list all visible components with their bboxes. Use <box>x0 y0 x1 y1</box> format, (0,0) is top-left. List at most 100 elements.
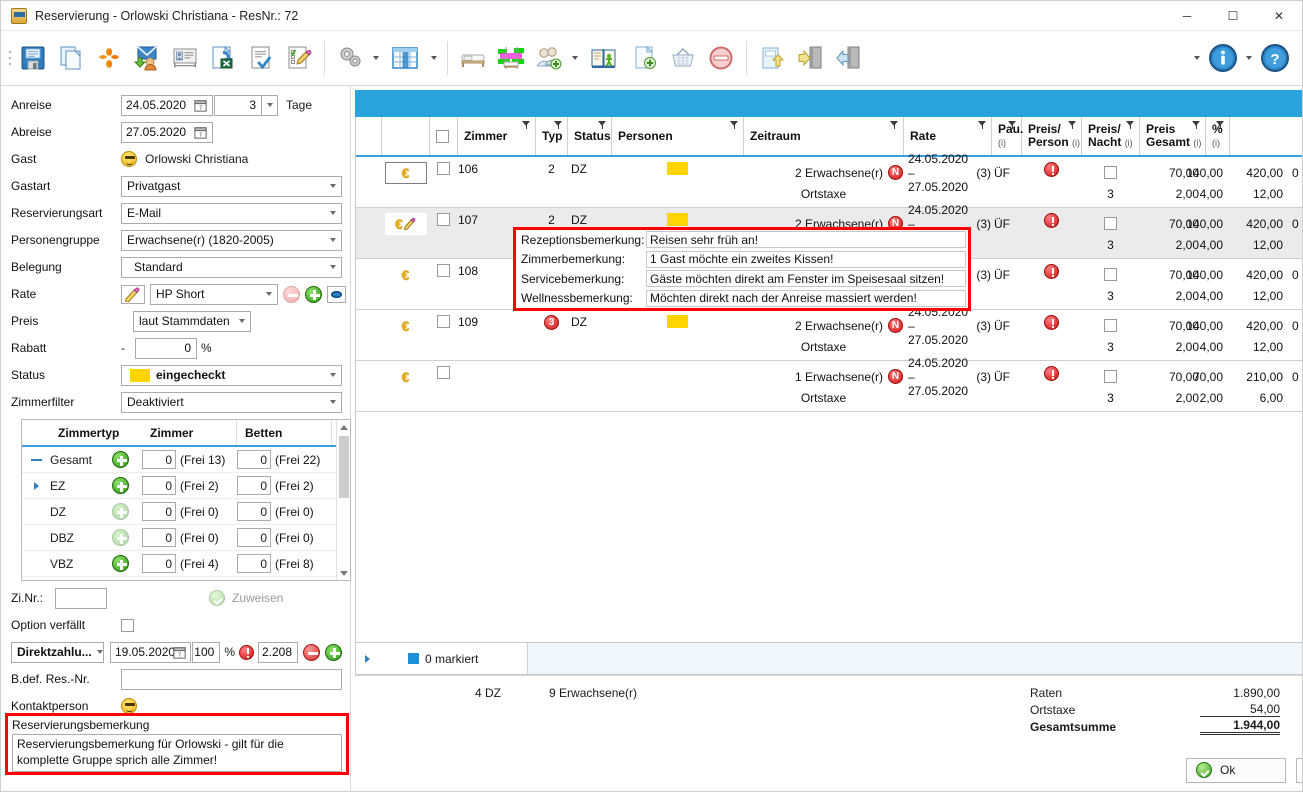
column-header[interactable]: Preis Gesamt (i) <box>1140 117 1206 155</box>
zimmerfilter-select[interactable]: Deaktiviert <box>121 391 342 413</box>
preis-select[interactable]: laut Stammdaten <box>133 310 251 332</box>
basket-icon[interactable] <box>664 37 702 79</box>
filter-icon[interactable] <box>730 121 739 130</box>
table-row[interactable]: €106 2 DZ 2 Erwachsene(r) N Ortstaxe 24.05.202… <box>356 152 1302 208</box>
table-row[interactable]: €1 Erwachsene(r) N Ortstaxe 24.05.2020 – 27… <box>356 356 1302 412</box>
betten-count-input[interactable]: 0 <box>237 502 271 521</box>
bed-icon[interactable] <box>454 37 492 79</box>
save-icon[interactable] <box>14 37 52 79</box>
status-select[interactable]: eingecheckt <box>121 364 342 386</box>
add-room-type-button[interactable] <box>112 529 142 546</box>
zimmer-count-input[interactable]: 0 <box>142 476 176 495</box>
guest-avatar-icon[interactable] <box>121 151 137 167</box>
add-payment-button[interactable] <box>325 643 342 661</box>
betten-count-input[interactable]: 0 <box>237 450 271 469</box>
ok-button[interactable]: Ok <box>1186 757 1286 783</box>
add-room-type-button[interactable] <box>112 451 142 468</box>
reservation-remark-text[interactable]: Reservierungsbemerkung für Orlowski - gi… <box>12 734 342 772</box>
remark-value[interactable]: 1 Gast möchte ein zweites Kissen! <box>646 250 966 268</box>
price-euro-button[interactable]: € <box>384 315 427 337</box>
expand-footer-icon[interactable] <box>356 655 378 663</box>
betten-count-input[interactable]: 0 <box>237 554 271 573</box>
add-room-type-button[interactable] <box>112 503 142 520</box>
table-layout-dropdown-caret[interactable] <box>427 37 441 79</box>
tage-spinner[interactable] <box>262 94 278 116</box>
scroll-down-icon[interactable] <box>337 566 350 580</box>
close-button[interactable]: ✕ <box>1256 1 1302 31</box>
row-expander-icon[interactable] <box>22 458 50 461</box>
table-layout-icon[interactable] <box>383 37 427 79</box>
rabatt-input[interactable]: 0 <box>135 337 197 359</box>
column-header[interactable]: Personen <box>612 117 744 155</box>
price-euro-button[interactable]: € <box>384 366 427 388</box>
filter-icon[interactable] <box>1068 121 1077 130</box>
filter-icon[interactable] <box>522 121 531 130</box>
remark-value[interactable]: Gäste möchten direkt am Fenster im Speis… <box>646 270 966 288</box>
room-type-row[interactable]: VBZ 0 (Frei 4) 0 (Frei 8) <box>22 551 350 577</box>
scroll-thumb[interactable] <box>339 436 349 498</box>
rate-select[interactable]: HP Short <box>150 283 278 305</box>
column-header[interactable]: Typ <box>536 117 568 155</box>
row-checkbox[interactable] <box>437 264 450 277</box>
room-plan-color-icon[interactable] <box>492 37 530 79</box>
add-person-dropdown-caret[interactable] <box>568 37 582 79</box>
book-upload-icon[interactable] <box>753 37 791 79</box>
calendar-icon-anreise[interactable]: 7 <box>193 98 208 113</box>
bdef-input[interactable] <box>121 668 342 690</box>
column-header[interactable]: % (i) <box>1206 117 1230 155</box>
filter-icon[interactable] <box>1192 121 1201 130</box>
room-type-row[interactable]: DZ 0 (Frei 0) 0 (Frei 0) <box>22 499 350 525</box>
price-euro-button[interactable]: € <box>384 162 427 184</box>
filter-icon[interactable] <box>598 121 607 130</box>
export-excel-icon[interactable] <box>204 37 242 79</box>
payment-type-select[interactable]: Direktzahlu... <box>11 641 104 663</box>
new-document-icon[interactable] <box>626 37 664 79</box>
column-header[interactable] <box>430 117 458 155</box>
edit-rate-icon[interactable] <box>121 284 145 304</box>
zimmer-count-input[interactable]: 0 <box>142 554 176 573</box>
info-dropdown-caret-left[interactable] <box>1190 37 1204 79</box>
maximize-button[interactable]: ☐ <box>1210 1 1256 31</box>
table-row[interactable]: €109 3 DZ 2 Erwachsene(r) N Ortstaxe 24.05.202… <box>356 305 1302 361</box>
belegung-select[interactable]: Standard <box>121 256 342 278</box>
row-checkbox[interactable] <box>437 366 450 379</box>
mail-guest-icon[interactable] <box>128 37 166 79</box>
column-header[interactable]: Zeitraum <box>744 117 904 155</box>
calendar-icon-payment[interactable]: 7 <box>172 645 187 660</box>
price-euro-button[interactable]: € <box>384 213 427 235</box>
column-header[interactable] <box>382 117 430 155</box>
betten-count-input[interactable]: 0 <box>237 528 271 547</box>
settings-gears-icon[interactable] <box>331 37 369 79</box>
help-icon[interactable]: ? <box>1256 37 1294 79</box>
add-room-type-button[interactable] <box>112 477 142 494</box>
column-header[interactable]: Status <box>568 117 612 155</box>
price-euro-button[interactable]: € <box>384 264 427 286</box>
zimmer-count-input[interactable]: 0 <box>142 502 176 521</box>
document-check-icon[interactable] <box>242 37 280 79</box>
info-dropdown-caret[interactable] <box>1242 37 1256 79</box>
column-header[interactable]: Preis/Nacht (i) <box>1082 117 1140 155</box>
payment-percent-input[interactable]: 100 <box>192 641 221 663</box>
option-checkbox[interactable] <box>121 618 134 632</box>
column-header[interactable]: Zimmer <box>458 117 536 155</box>
row-checkbox[interactable] <box>437 315 450 328</box>
column-header[interactable]: Rate <box>904 117 992 155</box>
filter-icon[interactable] <box>554 121 563 130</box>
remark-value[interactable]: Möchten direkt nach der Anreise massiert… <box>646 289 966 307</box>
office-icon[interactable] <box>90 37 128 79</box>
preview-rate-icon[interactable] <box>327 285 346 303</box>
row-checkbox[interactable] <box>437 162 450 175</box>
filter-icon[interactable] <box>890 121 899 130</box>
remark-value[interactable]: Reisen sehr früh an! <box>646 231 966 249</box>
settings-dropdown-caret[interactable] <box>369 37 383 79</box>
cancel-button[interactable]: ✕ Abbrechen <box>1296 757 1302 783</box>
zinr-input[interactable] <box>55 587 107 609</box>
filter-icon[interactable] <box>1008 121 1017 130</box>
reservierungsart-select[interactable]: E-Mail <box>121 202 342 224</box>
column-header[interactable]: Preis/Person (i) <box>1022 117 1082 155</box>
door-in-icon[interactable] <box>829 37 867 79</box>
delete-icon[interactable] <box>702 37 740 79</box>
room-type-row[interactable]: Gesamt 0 (Frei 13) 0 (Frei 22) <box>22 447 350 473</box>
assign-button[interactable]: Zuweisen <box>209 590 283 606</box>
row-checkbox[interactable] <box>437 213 450 226</box>
